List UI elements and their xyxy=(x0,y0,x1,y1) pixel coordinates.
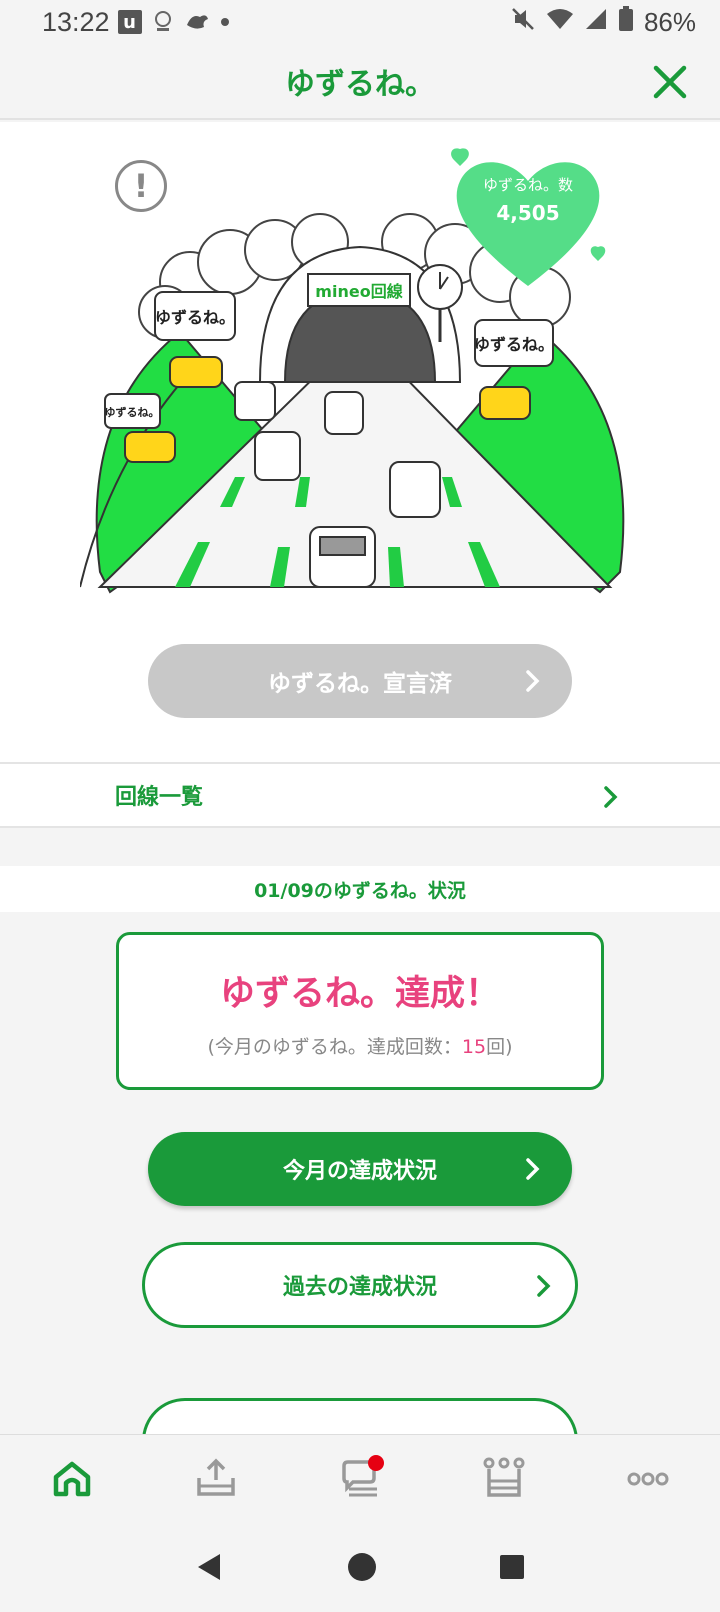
svg-text:ゆずるね。: ゆずるね。 xyxy=(474,335,554,354)
bird-icon xyxy=(184,11,210,33)
tab-crown[interactable] xyxy=(474,1451,534,1511)
crest-icon xyxy=(152,10,174,34)
past-status-label: 過去の達成状況 xyxy=(282,1275,437,1300)
battery-icon xyxy=(618,6,634,38)
line-list-label: 回線一覧 xyxy=(115,785,204,810)
status-heading: 01/09のゆずるね。状況 xyxy=(0,866,720,912)
achievement-result: ゆずるね。達成！ xyxy=(219,974,500,1014)
tab-more[interactable] xyxy=(618,1451,678,1511)
close-icon[interactable] xyxy=(648,60,692,104)
this-month-status-label: 今月の達成状況 xyxy=(282,1159,437,1184)
svg-text:ゆずるね。: ゆずるね。 xyxy=(155,308,235,327)
home-icon xyxy=(51,1459,93,1503)
chevron-right-icon xyxy=(535,1271,553,1307)
status-bar: 13:22 u 86% xyxy=(0,0,720,44)
heart-count-text: ゆずるね。数 4,505 xyxy=(455,174,601,225)
tab-upload[interactable] xyxy=(186,1451,246,1511)
bottom-tab-bar xyxy=(0,1434,720,1526)
wifi-icon xyxy=(546,7,574,37)
heart-count-value: 4,505 xyxy=(496,201,560,225)
tab-home[interactable] xyxy=(42,1451,102,1511)
info-alert-icon[interactable]: ! xyxy=(115,160,167,212)
achievement-count: (今月のゆずるね。達成回数：15回) xyxy=(207,1036,513,1058)
svg-text:mineo回線: mineo回線 xyxy=(315,282,402,301)
more-dots-icon xyxy=(627,1471,669,1491)
signal-icon xyxy=(584,7,608,37)
chevron-right-icon xyxy=(524,666,542,702)
achievement-count-value: 15 xyxy=(461,1036,487,1058)
hero-section: mineo回線 ゆずるね。 ゆずるね。 ゆずるね。 ! ゆずるね。数 4,505… xyxy=(0,122,720,762)
crown-icon xyxy=(483,1457,525,1505)
mute-icon xyxy=(510,6,536,38)
upload-tray-icon xyxy=(195,1458,237,1504)
recents-icon[interactable] xyxy=(498,1553,526,1585)
app-header: ゆずるね。 xyxy=(0,44,720,120)
this-month-status-button[interactable]: 今月の達成状況 xyxy=(148,1132,572,1206)
back-icon[interactable] xyxy=(194,1551,226,1587)
line-list-row[interactable]: 回線一覧 xyxy=(0,762,720,828)
svg-text:ゆずるね。: ゆずるね。 xyxy=(105,405,160,419)
home-nav-icon[interactable] xyxy=(346,1551,378,1587)
chevron-right-icon xyxy=(602,784,620,814)
heart-count-label: ゆずるね。数 xyxy=(482,176,573,194)
dot-icon xyxy=(220,17,230,27)
u-app-icon: u xyxy=(117,10,142,34)
declared-button-label: ゆずるね。宣言済 xyxy=(268,671,452,697)
battery-percent: 86% xyxy=(643,6,696,37)
declared-button[interactable]: ゆずるね。宣言済 xyxy=(148,644,572,718)
chevron-right-icon xyxy=(524,1154,542,1190)
notification-badge xyxy=(368,1454,384,1471)
tab-chat[interactable] xyxy=(330,1451,390,1511)
system-nav-bar xyxy=(0,1526,720,1612)
status-time: 13:22 xyxy=(42,6,110,37)
achievement-card: ゆずるね。達成！ (今月のゆずるね。達成回数：15回) xyxy=(116,932,604,1090)
page-title: ゆずるね。 xyxy=(285,67,435,102)
past-status-button[interactable]: 過去の達成状況 xyxy=(142,1242,578,1328)
